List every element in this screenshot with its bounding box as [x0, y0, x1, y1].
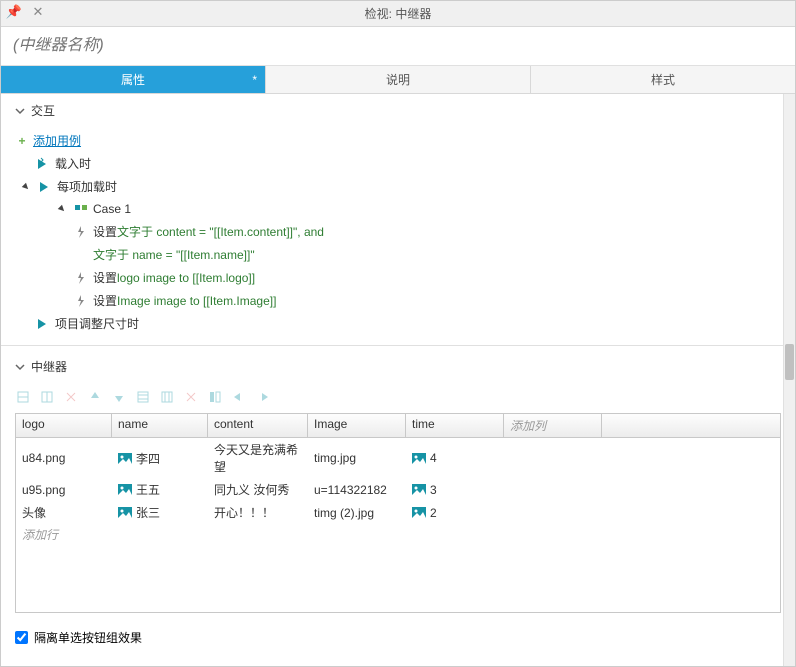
move-up-icon[interactable] [87, 389, 103, 405]
action-set-text[interactable]: 设置 文字于 content = "[[Item.content]]", and [15, 220, 795, 243]
tab-properties[interactable]: 属性* [1, 66, 266, 93]
case-icon [73, 201, 89, 217]
pin-icon[interactable]: 📌 [7, 5, 21, 19]
image-icon [412, 507, 426, 518]
move-left-icon[interactable] [231, 389, 247, 405]
col-time[interactable]: time [406, 414, 504, 437]
cell-content[interactable]: 今天又是充满希望 [208, 440, 308, 476]
chevron-down-icon [13, 104, 27, 118]
widget-name-input[interactable] [13, 37, 783, 55]
action-set-logo[interactable]: 设置 logo image to [[Item.logo]] [15, 266, 795, 289]
chevron-expanded-icon [55, 202, 69, 216]
col-name[interactable]: name [112, 414, 208, 437]
case-1[interactable]: Case 1 [15, 198, 795, 220]
move-down-icon[interactable] [111, 389, 127, 405]
image-icon [118, 484, 132, 495]
inspector-window: 📌 ✕ 检视: 中继器 属性* 说明 样式 交互 + 添加用例 [0, 0, 796, 667]
col-logo[interactable]: logo [16, 414, 112, 437]
section-interactions-header[interactable]: 交互 [1, 94, 795, 125]
cell-name[interactable]: 李四 [112, 440, 208, 476]
cell-image[interactable]: timg.jpg [308, 440, 406, 476]
cell-logo[interactable]: u84.png [16, 440, 112, 476]
event-onresize[interactable]: 项目调整尺寸时 [15, 312, 795, 335]
col-image[interactable]: Image [308, 414, 406, 437]
image-icon [412, 484, 426, 495]
image-icon [118, 453, 132, 464]
action-set-image[interactable]: 设置 Image image to [[Item.Image]] [15, 289, 795, 312]
event-icon [35, 316, 51, 332]
move-right-icon[interactable] [255, 389, 271, 405]
divider [1, 345, 795, 346]
image-icon [412, 453, 426, 464]
tab-notes[interactable]: 说明 [266, 66, 531, 93]
image-icon [118, 507, 132, 518]
action-set-text-line2: 文字于 name = "[[Item.name]]" [15, 243, 795, 266]
cell-content[interactable]: 开心！！！ [208, 503, 308, 522]
add-case-row[interactable]: + 添加用例 [15, 129, 795, 152]
window-title: 检视: 中继器 [365, 5, 432, 22]
titlebar: 📌 ✕ 检视: 中继器 [1, 1, 795, 27]
col-content[interactable]: content [208, 414, 308, 437]
isolate-radio-row[interactable]: 隔离单选按钮组效果 [1, 623, 795, 652]
chevron-expanded-icon [19, 180, 33, 194]
table-row[interactable]: u95.png 王五 同九义 汝何秀 u=114322182 3 [16, 478, 780, 501]
dirty-indicator: * [252, 66, 257, 94]
grid2-icon[interactable] [159, 389, 175, 405]
event-onitemload[interactable]: 每项加载时 [15, 175, 795, 198]
section-repeater-label: 中继器 [31, 358, 67, 375]
lightning-icon [73, 293, 89, 309]
col-spacer [602, 414, 780, 437]
cell-logo[interactable]: 头像 [16, 503, 112, 522]
close-icon[interactable]: ✕ [31, 5, 45, 19]
scroll-thumb[interactable] [785, 344, 794, 380]
table-row[interactable]: 头像 张三 开心！！！ timg (2).jpg 2 [16, 501, 780, 524]
add-col-icon[interactable] [39, 389, 55, 405]
grid1-icon[interactable] [135, 389, 151, 405]
tab-bar: 属性* 说明 样式 [1, 66, 795, 94]
event-icon [35, 156, 51, 172]
repeater-toolbar [1, 381, 795, 409]
lightning-icon [73, 224, 89, 240]
event-icon [37, 179, 53, 195]
table-row[interactable]: u84.png 李四 今天又是充满希望 timg.jpg 4 [16, 438, 780, 478]
name-field-row [1, 27, 795, 66]
cell-image[interactable]: u=114322182 [308, 480, 406, 499]
panel-body: 交互 + 添加用例 载入时 每项加载时 [1, 94, 795, 666]
tab-style[interactable]: 样式 [531, 66, 795, 93]
event-onload[interactable]: 载入时 [15, 152, 795, 175]
cell-time[interactable]: 3 [406, 480, 504, 499]
delete-col-icon[interactable] [183, 389, 199, 405]
section-interactions-label: 交互 [31, 102, 55, 119]
table-header: logo name content Image time 添加列 [16, 414, 780, 438]
cell-image[interactable]: timg (2).jpg [308, 503, 406, 522]
isolate-label: 隔离单选按钮组效果 [34, 629, 142, 646]
cell-time[interactable]: 2 [406, 503, 504, 522]
cell-content[interactable]: 同九义 汝何秀 [208, 480, 308, 499]
add-row-placeholder[interactable]: 添加行 [16, 524, 780, 545]
plus-icon: + [15, 134, 29, 148]
delete-icon[interactable] [63, 389, 79, 405]
repeater-data-table: logo name content Image time 添加列 u84.png… [15, 413, 781, 613]
cell-time[interactable]: 4 [406, 440, 504, 476]
cell-name[interactable]: 王五 [112, 480, 208, 499]
grid3-icon[interactable] [207, 389, 223, 405]
cell-name[interactable]: 张三 [112, 503, 208, 522]
lightning-icon [73, 270, 89, 286]
col-add[interactable]: 添加列 [504, 414, 602, 437]
vertical-scrollbar[interactable] [783, 94, 795, 666]
chevron-down-icon [13, 360, 27, 374]
add-row-icon[interactable] [15, 389, 31, 405]
isolate-checkbox[interactable] [15, 631, 28, 644]
section-repeater-header[interactable]: 中继器 [1, 350, 795, 381]
cell-logo[interactable]: u95.png [16, 480, 112, 499]
add-case-link[interactable]: 添加用例 [33, 132, 81, 149]
